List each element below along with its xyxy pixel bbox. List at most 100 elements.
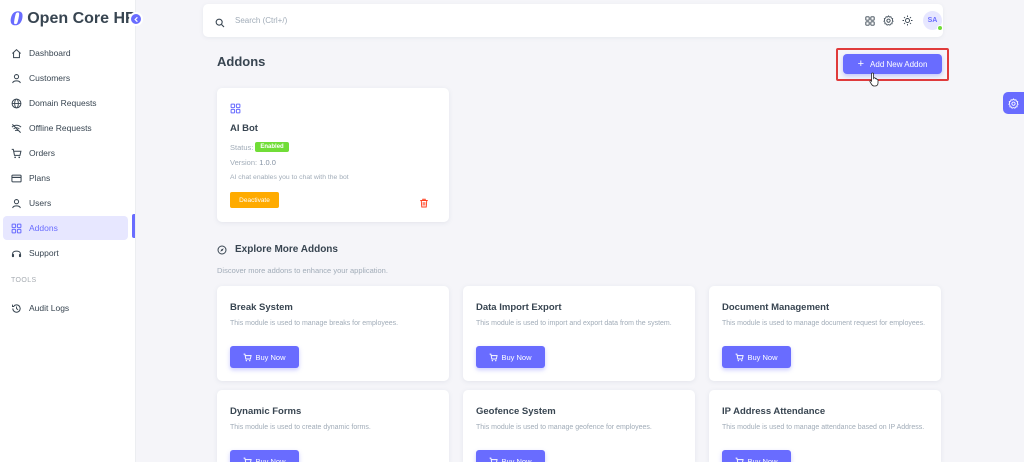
module-title: IP Address Attendance xyxy=(722,406,826,417)
buy-now-button[interactable]: Buy Now xyxy=(230,450,299,462)
history-icon xyxy=(11,303,22,314)
plus-icon: + xyxy=(857,57,865,70)
cart-icon xyxy=(243,457,253,462)
hand-cursor-icon xyxy=(869,72,881,92)
module-description: This module is used to create dynamic fo… xyxy=(230,424,371,431)
page-title: Addons xyxy=(217,54,266,69)
sidebar-item-label: Orders xyxy=(29,148,55,158)
module-description: This module is used to manage document r… xyxy=(722,320,926,327)
settings-icon xyxy=(1008,97,1019,109)
version-label: Version: xyxy=(230,158,258,167)
deactivate-button[interactable]: Deactivate xyxy=(230,192,279,208)
addon-module-card: Dynamic Forms This module is used to cre… xyxy=(217,390,449,462)
buy-now-label: Buy Now xyxy=(747,352,778,362)
buy-now-button[interactable]: Buy Now xyxy=(230,346,299,368)
sidebar-item-domain-requests[interactable]: Domain Requests xyxy=(3,91,128,115)
addon-module-card: Document Management This module is used … xyxy=(709,286,941,381)
module-title: Geofence System xyxy=(476,406,556,417)
cart-icon xyxy=(735,353,745,362)
headset-icon xyxy=(11,248,22,259)
buy-now-button[interactable]: Buy Now xyxy=(476,346,545,368)
theme-sun-icon[interactable] xyxy=(902,15,913,26)
addon-description: AI chat enables you to chat with the bot xyxy=(230,174,349,181)
module-title: Dynamic Forms xyxy=(230,406,302,417)
sidebar-item-label: Offline Requests xyxy=(29,123,92,133)
user-icon xyxy=(11,198,22,209)
brand-logo: 0 xyxy=(10,7,24,30)
active-indicator xyxy=(132,214,135,238)
settings-icon[interactable] xyxy=(883,15,894,26)
sidebar-item-label: Support xyxy=(29,248,59,258)
user-icon xyxy=(11,73,22,84)
customizer-toggle[interactable] xyxy=(1003,92,1024,114)
status-badge: Enabled xyxy=(255,142,289,152)
sidebar-item-label: Users xyxy=(29,198,52,208)
grid-icon xyxy=(11,223,22,234)
installed-addon-card: AI Bot Status: Enabled Version: 1.0.0 AI… xyxy=(217,88,449,222)
globe-icon xyxy=(11,98,22,109)
sidebar-item-offline-requests[interactable]: Offline Requests xyxy=(3,116,128,140)
module-description: This module is used to manage geofence f… xyxy=(476,424,652,431)
sidebar-item-label: Audit Logs xyxy=(29,303,70,313)
sidebar-item-orders[interactable]: Orders xyxy=(3,141,128,165)
explore-title: Explore More Addons xyxy=(217,244,338,255)
search-icon[interactable] xyxy=(215,15,225,33)
cart-icon xyxy=(735,457,745,462)
buy-now-label: Buy Now xyxy=(501,456,532,462)
avatar[interactable]: SA xyxy=(923,11,943,31)
sidebar-item-audit-logs[interactable]: Audit Logs xyxy=(3,296,128,320)
grid-icon xyxy=(230,101,241,119)
cart-icon xyxy=(489,457,499,462)
sidebar: 0 Open Core HR Dashboard Customers Domai… xyxy=(0,0,137,462)
wifi-off-icon xyxy=(11,123,22,134)
explore-title-text: Explore More Addons xyxy=(235,244,338,255)
sidebar-section-header: TOOLS xyxy=(11,277,37,284)
search-input[interactable] xyxy=(235,12,435,28)
sidebar-nav: Dashboard Customers Domain Requests Offl… xyxy=(0,41,136,266)
sidebar-item-users[interactable]: Users xyxy=(3,191,128,215)
module-description: This module is used to manage breaks for… xyxy=(230,320,399,327)
buy-now-label: Buy Now xyxy=(255,352,286,362)
brand[interactable]: 0 Open Core HR xyxy=(10,8,137,30)
version-value: 1.0.0 xyxy=(259,158,276,167)
sidebar-item-label: Dashboard xyxy=(29,48,71,58)
module-title: Data Import Export xyxy=(476,302,562,313)
sidebar-item-label: Plans xyxy=(29,173,51,183)
sidebar-item-label: Customers xyxy=(29,73,71,83)
module-title: Break System xyxy=(230,302,293,313)
credit-card-icon xyxy=(11,173,22,184)
compass-icon xyxy=(217,244,227,255)
sidebar-item-label: Addons xyxy=(29,223,58,233)
sidebar-item-addons[interactable]: Addons xyxy=(3,216,128,240)
buy-now-button[interactable]: Buy Now xyxy=(722,346,791,368)
buy-now-label: Buy Now xyxy=(501,352,532,362)
addon-module-card: Geofence System This module is used to m… xyxy=(463,390,695,462)
buy-now-label: Buy Now xyxy=(255,456,286,462)
addon-version: Version: 1.0.0 xyxy=(230,158,276,167)
module-title: Document Management xyxy=(722,302,830,313)
explore-subtitle: Discover more addons to enhance your app… xyxy=(217,266,388,275)
buy-now-button[interactable]: Buy Now xyxy=(476,450,545,462)
trash-icon[interactable] xyxy=(419,195,429,213)
avatar-initials: SA xyxy=(927,17,938,24)
cart-icon xyxy=(243,353,253,362)
chevron-left-icon xyxy=(133,16,138,22)
module-description: This module is used to import and export… xyxy=(476,320,672,327)
topbar: SA xyxy=(203,4,943,37)
sidebar-item-support[interactable]: Support xyxy=(3,241,128,265)
add-new-addon-button[interactable]: + Add New Addon xyxy=(843,54,942,74)
cart-icon xyxy=(489,353,499,362)
collapse-sidebar-button[interactable] xyxy=(129,12,143,26)
sidebar-item-plans[interactable]: Plans xyxy=(3,166,128,190)
addon-module-card: Data Import Export This module is used t… xyxy=(463,286,695,381)
buy-now-button[interactable]: Buy Now xyxy=(722,450,791,462)
apps-icon[interactable] xyxy=(864,15,875,26)
buy-now-label: Buy Now xyxy=(747,456,778,462)
module-description: This module is used to manage attendance… xyxy=(722,424,925,431)
addon-module-card: Break System This module is used to mana… xyxy=(217,286,449,381)
addon-name: AI Bot xyxy=(230,123,258,134)
home-icon xyxy=(11,48,22,59)
sidebar-item-label: Domain Requests xyxy=(29,98,97,108)
sidebar-item-customers[interactable]: Customers xyxy=(3,66,128,90)
sidebar-item-dashboard[interactable]: Dashboard xyxy=(3,41,128,65)
